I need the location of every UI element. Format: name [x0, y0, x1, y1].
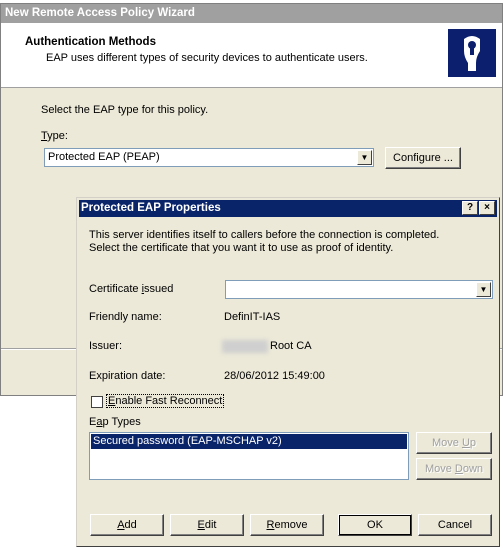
dialog-description-line2: Select the certificate that you want it …: [89, 242, 394, 254]
certificate-label-post: ssued: [144, 283, 174, 295]
fast-reconnect-checkbox[interactable]: [91, 396, 103, 408]
friendly-name-label: Friendly name:: [89, 311, 162, 323]
edit-mnemonic: E: [197, 519, 205, 531]
eap-type-select[interactable]: Protected EAP (PEAP) ▼: [44, 148, 374, 167]
fast-reconnect-label[interactable]: Enable Fast Reconnect: [105, 394, 225, 408]
add-button[interactable]: Add: [90, 514, 164, 536]
cancel-button[interactable]: Cancel: [418, 514, 492, 536]
move-down-pre: Move: [424, 463, 455, 475]
dialog-title-bar[interactable]: Protected EAP Properties ? ×: [79, 200, 497, 217]
eap-types-label: Eap Types: [89, 416, 141, 428]
list-item[interactable]: Secured password (EAP-MSCHAP v2): [91, 434, 407, 449]
edit-text: dit: [204, 519, 217, 531]
certificate-select[interactable]: ▼: [225, 280, 493, 299]
add-mnemonic: A: [117, 519, 125, 531]
help-icon[interactable]: ?: [462, 201, 478, 215]
move-down-mnemonic: D: [454, 463, 463, 475]
configure-button[interactable]: Configure ...: [385, 147, 461, 169]
remove-text: emove: [274, 519, 308, 531]
friendly-name-value: DefinIT-IAS: [224, 311, 281, 323]
type-label-text: ype:: [47, 130, 68, 142]
dialog-description-line1: This server identifies itself to callers…: [89, 229, 440, 241]
issuer-value: Root CA: [270, 340, 312, 352]
certificate-label-pre: Certificate: [89, 283, 142, 295]
eap-type-value: Protected EAP (PEAP): [48, 151, 160, 163]
wizard-header: Authentication Methods EAP uses differen…: [1, 23, 502, 88]
peap-properties-dialog: Protected EAP Properties ? × This server…: [76, 197, 500, 547]
chevron-down-icon[interactable]: ▼: [476, 282, 491, 297]
move-up-mnemonic: U: [461, 437, 470, 449]
chevron-down-icon[interactable]: ▼: [357, 150, 372, 165]
expiration-date-label: Expiration date:: [89, 370, 166, 382]
certificate-label: Certificate issued: [89, 283, 173, 295]
close-icon[interactable]: ×: [479, 201, 495, 215]
move-up-post: p: [469, 437, 477, 449]
header-description: EAP uses different types of security dev…: [46, 52, 368, 64]
fast-reconnect-text: nable Fast Reconnect: [115, 395, 223, 407]
move-up-pre: Move: [431, 437, 462, 449]
type-label: Type:: [41, 130, 68, 142]
add-text: dd: [124, 519, 137, 531]
move-up-button: Move Up: [416, 432, 492, 454]
move-down-button: Move Down: [416, 458, 492, 480]
wizard-title-bar[interactable]: New Remote Access Policy Wizard: [1, 4, 502, 23]
redacted-issuer-name: [222, 340, 268, 353]
edit-button[interactable]: Edit: [170, 514, 244, 536]
remove-button[interactable]: Remove: [250, 514, 324, 536]
issuer-label: Issuer:: [89, 340, 123, 352]
header-title: Authentication Methods: [25, 36, 156, 48]
dialog-title: Protected EAP Properties: [81, 202, 221, 214]
move-down-post: own: [462, 463, 484, 475]
select-eap-label: Select the EAP type for this policy.: [41, 104, 209, 116]
eap-types-post: p Types: [102, 416, 141, 428]
expiration-date-value: 28/06/2012 15:49:00: [224, 370, 325, 382]
security-hand-icon: [448, 29, 496, 77]
eap-types-list[interactable]: Secured password (EAP-MSCHAP v2): [89, 432, 409, 480]
ok-button[interactable]: OK: [338, 514, 412, 536]
